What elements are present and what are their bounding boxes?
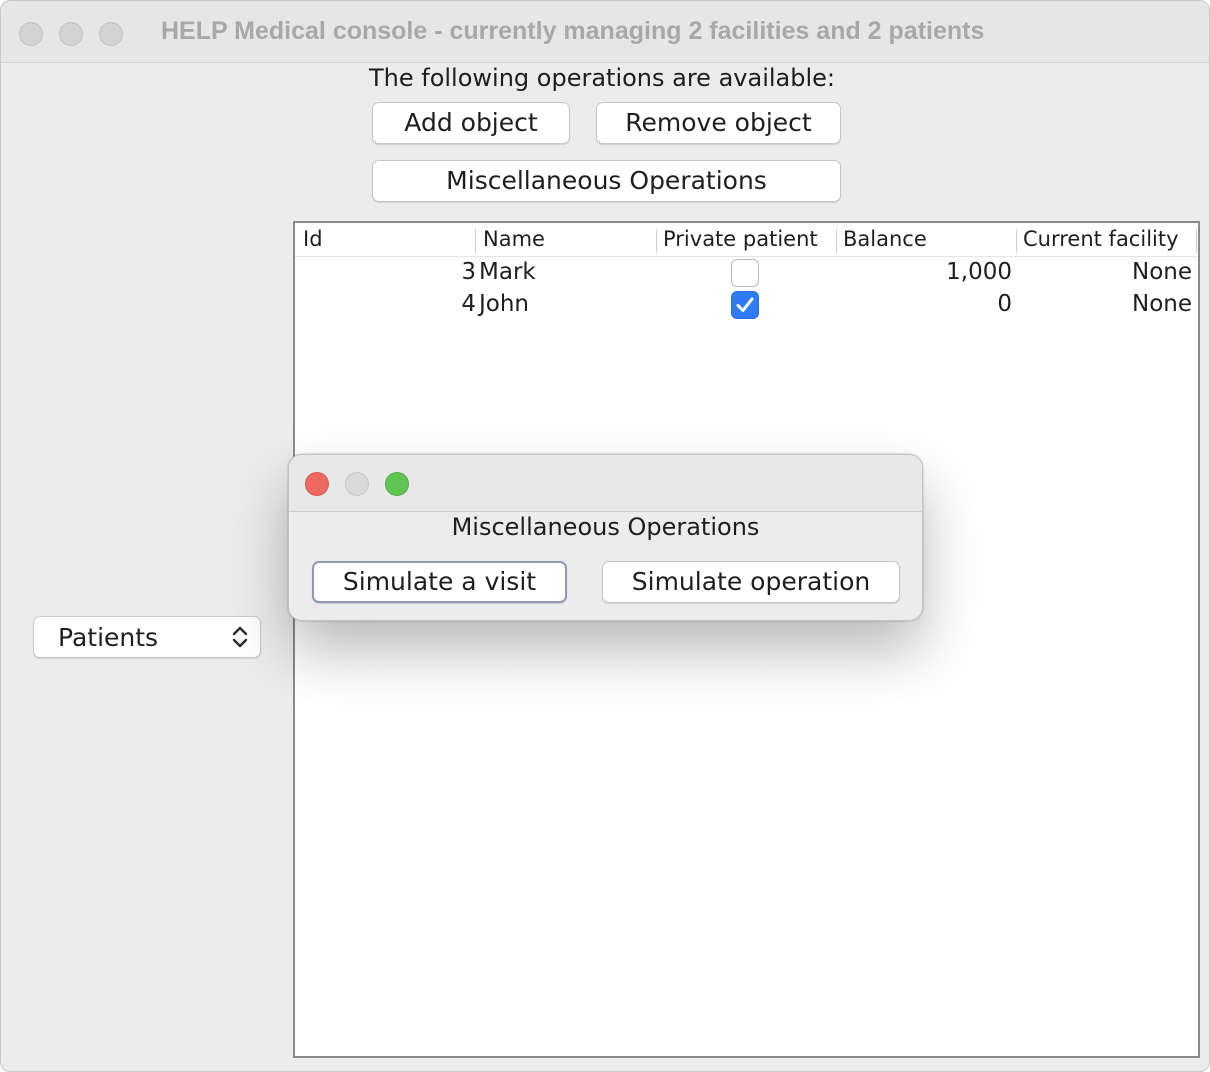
- private-patient-checkbox[interactable]: [731, 259, 759, 287]
- add-object-button[interactable]: Add object: [372, 102, 570, 144]
- column-header-name[interactable]: Name: [483, 227, 545, 257]
- column-divider[interactable]: [1016, 229, 1017, 253]
- zoom-dialog-icon[interactable]: [385, 472, 409, 496]
- cell-id: 4: [461, 291, 476, 317]
- column-header-facility[interactable]: Current facility: [1023, 227, 1179, 257]
- column-divider[interactable]: [1196, 229, 1197, 253]
- column-header-private[interactable]: Private patient: [663, 227, 818, 257]
- cell-balance: 0: [997, 291, 1012, 317]
- simulate-operation-button[interactable]: Simulate operation: [602, 561, 900, 603]
- cell-id: 3: [461, 259, 476, 285]
- object-type-value: Patients: [58, 623, 159, 652]
- cell-name: Mark: [479, 259, 536, 285]
- minimize-window-icon[interactable]: [59, 22, 83, 46]
- table-row[interactable]: 4 John 0 None: [295, 291, 1198, 323]
- cell-facility: None: [1131, 291, 1192, 317]
- cell-balance: 1,000: [946, 259, 1012, 285]
- dialog-heading: Miscellaneous Operations: [451, 513, 760, 541]
- column-divider[interactable]: [836, 229, 837, 253]
- miscellaneous-operations-button[interactable]: Miscellaneous Operations: [372, 160, 841, 202]
- simulate-visit-button[interactable]: Simulate a visit: [312, 561, 567, 603]
- chevron-up-down-icon: [232, 626, 248, 648]
- title-bar: HELP Medical console - currently managin…: [1, 1, 1209, 63]
- window-title: HELP Medical console - currently managin…: [161, 17, 985, 45]
- object-type-select[interactable]: Patients: [33, 616, 261, 658]
- cell-name: John: [479, 291, 530, 317]
- dialog-title-bar: [289, 455, 922, 512]
- remove-object-button[interactable]: Remove object: [596, 102, 841, 144]
- column-divider[interactable]: [656, 229, 657, 253]
- cell-facility: None: [1131, 259, 1192, 285]
- misc-operations-dialog: Miscellaneous Operations Simulate a visi…: [288, 454, 923, 621]
- main-window: HELP Medical console - currently managin…: [0, 0, 1210, 1072]
- table-row[interactable]: 3 Mark 1,000 None: [295, 259, 1198, 291]
- close-window-icon[interactable]: [19, 22, 43, 46]
- minimize-dialog-icon[interactable]: [345, 472, 369, 496]
- patients-table[interactable]: Id Name Private patient Balance Current …: [293, 221, 1200, 1058]
- private-patient-checkbox[interactable]: [731, 291, 759, 319]
- zoom-window-icon[interactable]: [99, 22, 123, 46]
- column-header-balance[interactable]: Balance: [843, 227, 927, 257]
- header-divider: [295, 256, 1198, 257]
- operations-label: The following operations are available:: [368, 64, 835, 92]
- close-dialog-icon[interactable]: [305, 472, 329, 496]
- column-header-id[interactable]: Id: [303, 227, 323, 257]
- column-divider[interactable]: [475, 229, 476, 253]
- checkmark-icon: [736, 297, 754, 312]
